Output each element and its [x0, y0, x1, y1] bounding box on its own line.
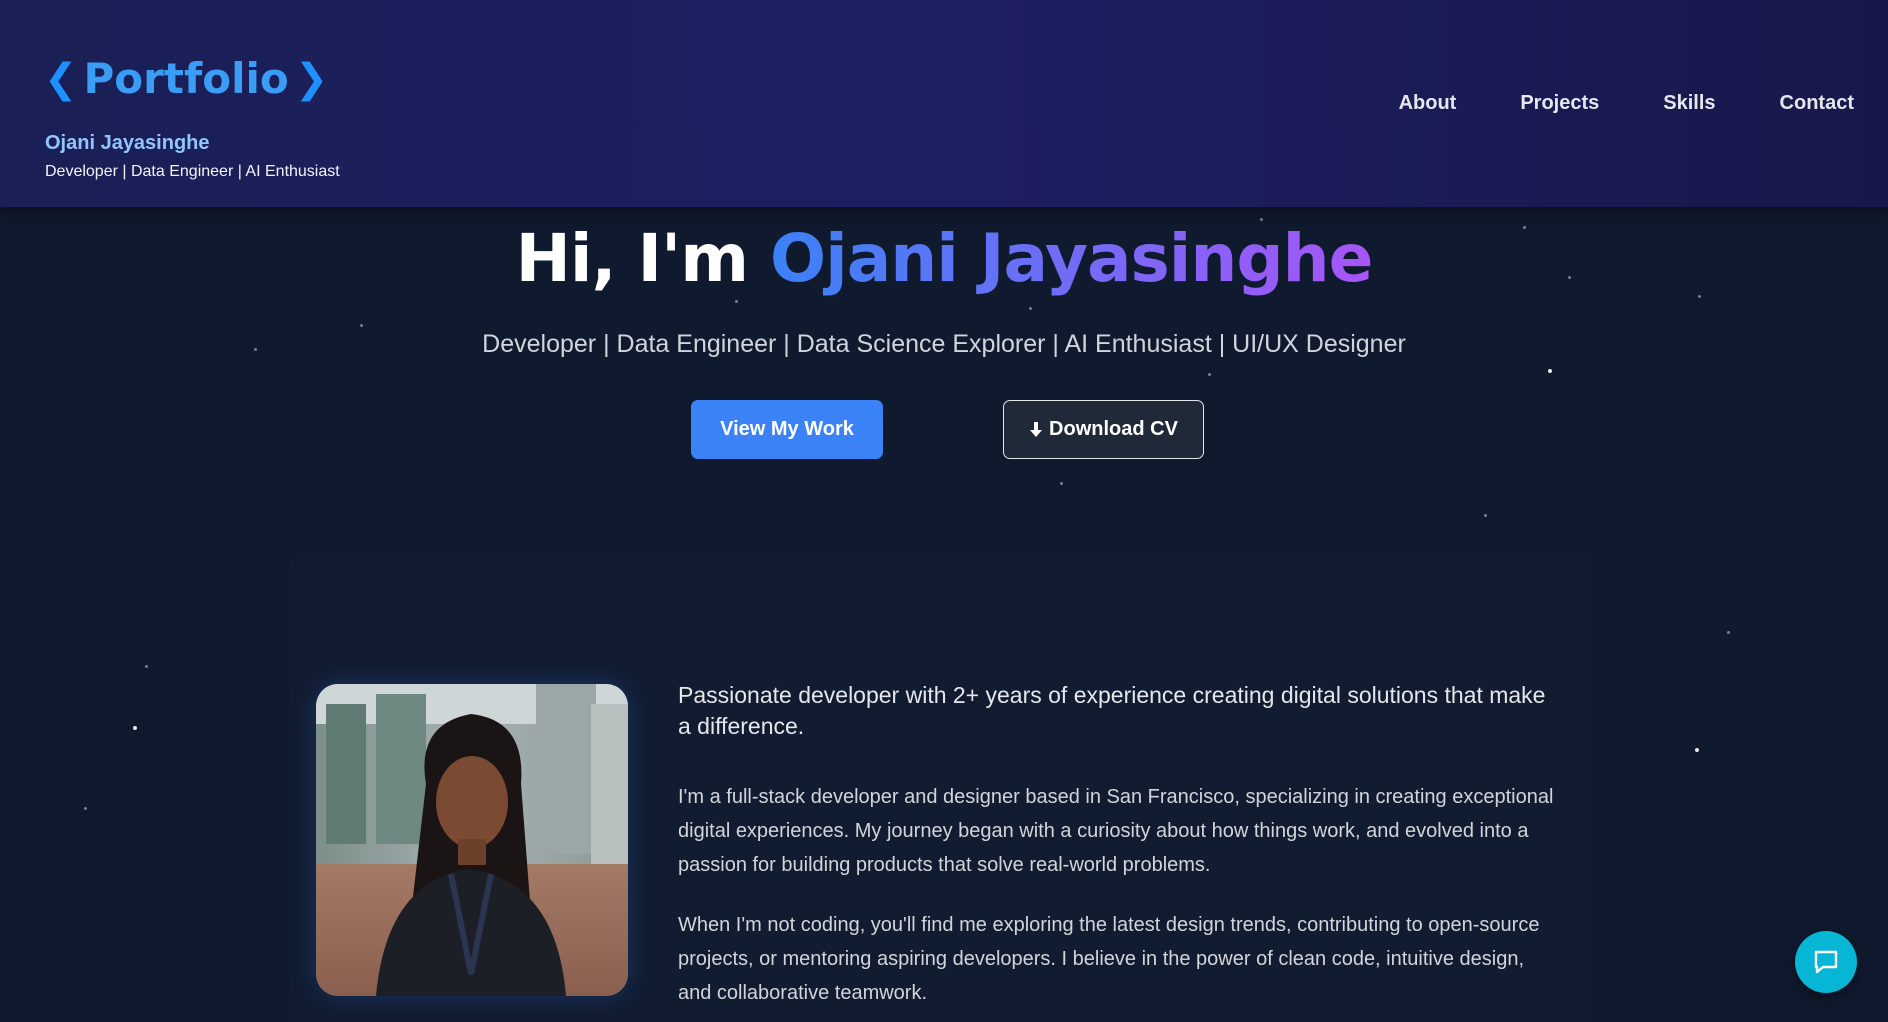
owner-name: Ojani Jayasinghe [45, 132, 210, 154]
chat-icon [1814, 950, 1838, 974]
logo-text: Portfolio [83, 54, 289, 103]
owner-tagline: Developer | Data Engineer | AI Enthusias… [45, 163, 340, 180]
nav-skills[interactable]: Skills [1663, 92, 1715, 115]
download-cv-button[interactable]: Download CV [1003, 400, 1204, 459]
about-lead: Passionate developer with 2+ years of ex… [678, 682, 1546, 739]
site-header: ❮ Portfolio ❯ Ojani Jayasinghe Developer… [0, 0, 1888, 207]
profile-photo [316, 684, 628, 996]
hero-greeting: Hi, I'm [515, 220, 749, 297]
hero-subtitle: Developer | Data Engineer | Data Science… [482, 330, 1406, 358]
view-my-work-button[interactable]: View My Work [691, 400, 883, 459]
about-paragraph-2: When I'm not coding, you'll find me expl… [678, 914, 1540, 1004]
download-icon [1030, 421, 1043, 437]
hero-title: Hi, I'm Ojani Jayasinghe [0, 220, 1888, 297]
logo[interactable]: ❮ Portfolio ❯ [44, 54, 328, 103]
chat-button[interactable] [1795, 931, 1857, 993]
main-nav: About Projects Skills Contact [1399, 92, 1854, 115]
nav-projects[interactable]: Projects [1520, 92, 1599, 115]
hero-name: Ojani Jayasinghe [770, 220, 1373, 297]
chevron-left-icon: ❮ [44, 55, 78, 102]
nav-about[interactable]: About [1399, 92, 1457, 115]
nav-contact[interactable]: Contact [1780, 92, 1854, 115]
chevron-right-icon: ❯ [294, 55, 329, 102]
about-paragraph-1: I'm a full-stack developer and designer … [678, 786, 1554, 876]
download-cv-label: Download CV [1049, 418, 1178, 440]
